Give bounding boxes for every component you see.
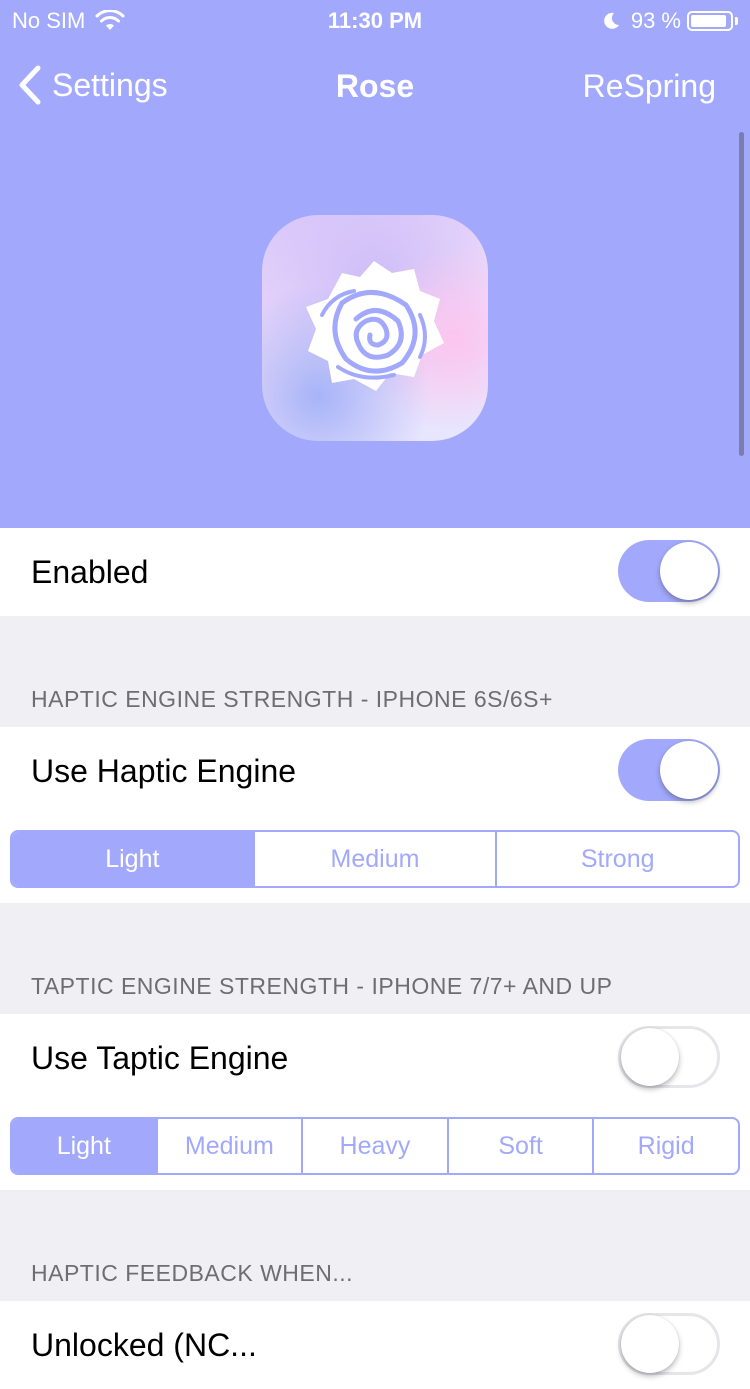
use-taptic-label: Use Taptic Engine <box>31 1040 289 1076</box>
unlocked-toggle[interactable] <box>618 1313 720 1375</box>
rose-icon <box>306 261 444 391</box>
battery-fill <box>691 15 726 27</box>
segment-soft[interactable]: Soft <box>446 1119 593 1173</box>
respring-button[interactable]: ReSpring <box>583 68 716 105</box>
enabled-row: Enabled <box>0 528 750 616</box>
haptic-strength-control: Light Medium Strong <box>10 830 740 888</box>
navigation-bar: Settings Rose ReSpring <box>0 56 750 112</box>
segment-rigid[interactable]: Rigid <box>592 1119 738 1173</box>
segment-strong[interactable]: Strong <box>495 832 738 886</box>
status-bar: No SIM 11:30 PM 93 % <box>0 0 750 40</box>
battery-icon <box>687 11 733 31</box>
rose-app-icon <box>262 215 488 441</box>
battery-percent: 93 % <box>630 8 681 33</box>
segment-light[interactable]: Light <box>12 1119 156 1173</box>
segment-medium[interactable]: Medium <box>252 832 496 886</box>
toggle-knob <box>660 542 718 600</box>
use-haptic-toggle[interactable] <box>618 739 720 801</box>
taptic-section-header: TAPTIC ENGINE STRENGTH - IPHONE 7/7+ AND… <box>31 973 613 999</box>
feedback-first-row: Unlocked (NC... <box>0 1301 750 1389</box>
toggle-knob <box>660 741 718 799</box>
taptic-strength-control: Light Medium Heavy Soft Rigid <box>10 1117 740 1175</box>
unlocked-label: Unlocked (NC... <box>31 1327 257 1363</box>
header-banner: No SIM 11:30 PM 93 % Settings Rose ReSpr… <box>0 0 750 528</box>
haptic-section-group: Use Haptic Engine Light Medium Strong <box>0 727 750 903</box>
segment-medium[interactable]: Medium <box>155 1119 302 1173</box>
use-haptic-label: Use Haptic Engine <box>31 753 297 789</box>
scroll-indicator[interactable] <box>739 132 744 456</box>
segment-heavy[interactable]: Heavy <box>301 1119 447 1173</box>
taptic-section-group: Use Taptic Engine Light Medium Heavy Sof… <box>0 1014 750 1190</box>
status-right: 93 % <box>601 8 738 34</box>
use-taptic-toggle[interactable] <box>618 1026 720 1088</box>
do-not-disturb-moon-icon <box>604 12 619 29</box>
segment-light[interactable]: Light <box>12 832 253 886</box>
toggle-knob <box>621 1315 679 1373</box>
toggle-knob <box>621 1028 679 1086</box>
haptic-section-header: HAPTIC ENGINE STRENGTH - IPHONE 6S/6S+ <box>31 686 553 712</box>
enabled-label: Enabled <box>31 554 149 590</box>
feedback-section-header: HAPTIC FEEDBACK WHEN... <box>31 1260 354 1286</box>
battery-tip <box>735 17 738 25</box>
enabled-toggle[interactable] <box>618 540 720 602</box>
